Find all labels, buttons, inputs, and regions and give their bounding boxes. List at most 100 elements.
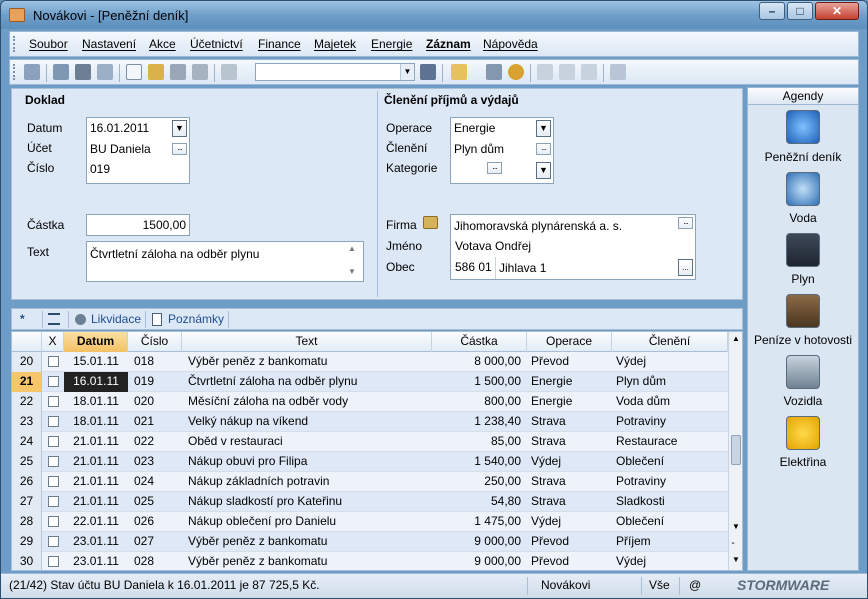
tab-likvidace[interactable]: Likvidace (91, 312, 141, 326)
castka-field[interactable]: 1500,00 (86, 214, 190, 236)
exit-icon[interactable] (24, 64, 40, 80)
scroll-more-icon[interactable]: ⁃ (731, 539, 735, 548)
header-datum[interactable]: Datum (64, 332, 128, 352)
operace-dropdown-button[interactable]: ▼ (536, 120, 551, 137)
text-field[interactable]: Čtvrtletní záloha na odběr plynu (86, 241, 364, 282)
kategorie-dropdown-button[interactable]: ▼ (536, 162, 551, 179)
help-icon[interactable] (610, 64, 626, 80)
operace-field[interactable]: Energie (454, 121, 495, 135)
table-row[interactable]: 20 15.01.11 018 Výběr peněz z bankomatu 8 00… (12, 352, 728, 372)
cislo-field[interactable]: 019 (90, 162, 110, 176)
scroll-down-icon[interactable]: ▼ (732, 522, 740, 531)
menu-majetek[interactable]: Majetek (314, 37, 356, 51)
row-number[interactable]: 23 (12, 412, 42, 432)
table-row[interactable]: 24 21.01.11 022 Oběd v restauraci 85,00 Strav… (12, 432, 728, 452)
agenda-vozidla[interactable]: Vozidla (748, 355, 858, 408)
header-castka[interactable]: Částka (432, 332, 527, 352)
edit-icon[interactable] (148, 64, 164, 80)
scroll-down-icon[interactable]: ▼ (732, 555, 740, 564)
firma-field[interactable]: Jihomoravská plynárenská a. s. (454, 219, 622, 233)
chevron-down-icon[interactable]: ▼ (400, 64, 414, 80)
table-scrollbar[interactable]: ▲ ▼ ⁃ ▼ (728, 332, 742, 570)
title-bar[interactable]: Novákovi - [Peněžní deník] – □ ✕ (1, 1, 867, 29)
agenda-penezni-denik[interactable]: Peněžní deník (748, 110, 858, 164)
row-checkbox[interactable] (48, 456, 59, 467)
list-icon[interactable] (559, 64, 575, 80)
menu-ucetnictvi[interactable]: Účetnictví (190, 37, 243, 51)
row-checkbox[interactable] (48, 476, 59, 487)
row-number[interactable]: 28 (12, 512, 42, 532)
minimize-button[interactable]: – (759, 2, 785, 20)
header-x[interactable]: X (42, 332, 64, 352)
jmeno-field[interactable]: Votava Ondřej (455, 239, 531, 253)
ucet-field[interactable]: BU Daniela (90, 142, 151, 156)
table-row[interactable]: 22 18.01.11 020 Měsíční záloha na odběr vod… (12, 392, 728, 412)
maximize-button[interactable]: □ (787, 2, 813, 20)
text-scroll-icon[interactable]: ▲ (348, 244, 356, 253)
table-row[interactable]: 21 16.01.11 019 Čtvrtletní záloha na odběr … (12, 372, 728, 392)
table-row[interactable]: 25 21.01.11 023 Nákup obuvi pro Filipa 1 540… (12, 452, 728, 472)
search-icon[interactable] (53, 64, 69, 80)
print-preview-icon[interactable] (97, 64, 113, 80)
row-checkbox[interactable] (48, 516, 59, 527)
datum-field[interactable]: 16.01.2011 (90, 121, 149, 135)
menu-zaznam[interactable]: Záznam (426, 37, 471, 51)
calculator-icon[interactable] (486, 64, 502, 80)
row-checkbox[interactable] (48, 556, 59, 567)
row-number[interactable]: 26 (12, 472, 42, 492)
row-number[interactable]: 27 (12, 492, 42, 512)
row-checkbox[interactable] (48, 536, 59, 547)
row-checkbox[interactable] (48, 356, 59, 367)
menu-napoveda[interactable]: Nápověda (483, 37, 538, 51)
ucet-select-button[interactable]: ... (172, 143, 187, 155)
row-number[interactable]: 25 (12, 452, 42, 472)
scroll-up-icon[interactable]: ▲ (732, 334, 740, 343)
header-operace[interactable]: Operace (527, 332, 612, 352)
row-checkbox[interactable] (48, 436, 59, 447)
table-row[interactable]: 30 23.01.11 028 Výběr peněz z bankomatu 9 00… (12, 552, 728, 570)
row-number[interactable]: 22 (12, 392, 42, 412)
row-number[interactable]: 24 (12, 432, 42, 452)
table-row[interactable]: 28 22.01.11 026 Nákup oblečení pro Danielu 1… (12, 512, 728, 532)
folder-icon[interactable] (451, 64, 467, 80)
row-checkbox[interactable] (48, 396, 59, 407)
filter-icon[interactable] (420, 64, 436, 80)
table-row[interactable]: 26 21.01.11 024 Nákup základních potravin 25… (12, 472, 728, 492)
agenda-plyn[interactable]: Plyn (748, 233, 858, 286)
obec-field[interactable]: Jihlava 1 (499, 261, 546, 275)
agenda-elektrina[interactable]: Elektřina (748, 416, 858, 469)
print-icon[interactable] (75, 64, 91, 80)
scrollbar-thumb[interactable] (731, 435, 741, 465)
menu-energie[interactable]: Energie (371, 37, 412, 51)
save-icon[interactable] (170, 64, 186, 80)
table-row[interactable]: 27 21.01.11 025 Nákup sladkostí pro Kateřin… (12, 492, 728, 512)
delete-icon[interactable] (192, 64, 208, 80)
text-scroll-icon[interactable]: ▼ (348, 267, 356, 276)
coins-icon[interactable] (508, 64, 524, 80)
quick-search-combo[interactable]: ▼ (255, 63, 415, 81)
menu-akce[interactable]: Akce (149, 37, 176, 51)
header-cislo[interactable]: Číslo (128, 332, 182, 352)
copy-icon[interactable] (221, 64, 237, 80)
row-checkbox[interactable] (48, 496, 59, 507)
new-record-icon[interactable] (126, 64, 142, 80)
row-checkbox[interactable] (48, 416, 59, 427)
tab-poznamky[interactable]: Poznámky (168, 312, 224, 326)
obec-select-button[interactable]: ... (678, 259, 693, 276)
agenda-penize-v-hotovosti[interactable]: Peníze v hotovosti (748, 294, 858, 347)
table-row[interactable]: 23 18.01.11 021 Velký nákup na víkend 1 238,… (12, 412, 728, 432)
menu-nastaveni[interactable]: Nastavení (82, 37, 136, 51)
kategorie-select-button[interactable]: ... (487, 162, 502, 174)
header-text[interactable]: Text (182, 332, 432, 352)
row-checkbox[interactable] (48, 376, 59, 387)
row-number[interactable]: 20 (12, 352, 42, 372)
menu-soubor[interactable]: Soubor (29, 37, 68, 51)
filter-icon[interactable] (48, 313, 60, 325)
table-row[interactable]: 29 23.01.11 027 Výběr peněz z bankomatu 9 00… (12, 532, 728, 552)
header-cleneni[interactable]: Členění (612, 332, 728, 352)
cleneni-field[interactable]: Plyn dům (454, 142, 504, 156)
message-icon[interactable] (537, 64, 553, 80)
cleneni-select-button[interactable]: ... (536, 143, 551, 155)
row-number[interactable]: 21 (12, 372, 42, 392)
report-icon[interactable] (581, 64, 597, 80)
